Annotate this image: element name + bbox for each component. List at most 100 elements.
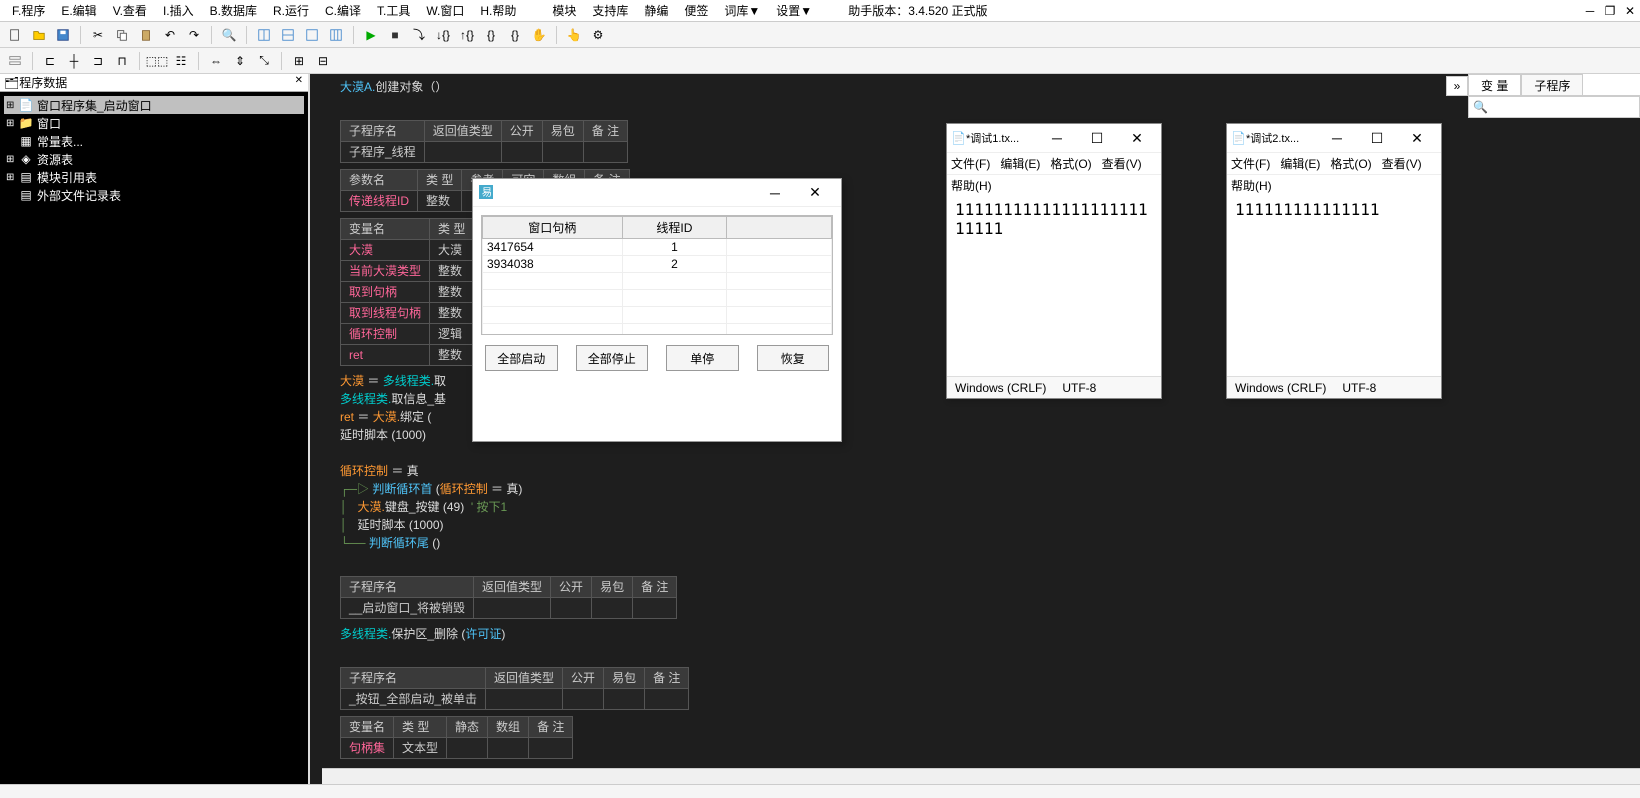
layout2-icon[interactable] xyxy=(277,24,299,46)
notepad1-close-icon[interactable]: ✕ xyxy=(1117,125,1157,151)
start-all-button[interactable]: 全部启动 xyxy=(485,345,558,371)
size-h-icon[interactable]: ⇕ xyxy=(229,50,251,72)
step-into-icon[interactable]: ↓{} xyxy=(432,24,454,46)
paste-icon[interactable] xyxy=(135,24,157,46)
close-icon[interactable]: ✕ xyxy=(1621,2,1639,20)
gear-icon[interactable]: ⚙ xyxy=(587,24,609,46)
step-out-icon[interactable]: ↑{} xyxy=(456,24,478,46)
tree-expand-icon[interactable]: ⊞ xyxy=(6,154,18,165)
menu-program[interactable]: F.程序 xyxy=(4,0,53,21)
menu-note[interactable]: 便签 xyxy=(676,0,716,21)
dialog-table-wrap[interactable]: 窗口句柄线程ID 34176541 39340382 xyxy=(481,215,833,335)
align-left-icon[interactable]: ⊏ xyxy=(39,50,61,72)
tree-item-resource[interactable]: ⊞ ◈ 资源表 xyxy=(4,150,304,168)
cut-icon[interactable]: ✂ xyxy=(87,24,109,46)
tree-item-winprogset[interactable]: ⊞ 📄 窗口程序集_启动窗口 xyxy=(4,96,304,114)
tree-expand-icon[interactable]: ⊞ xyxy=(6,100,18,111)
redo-icon[interactable]: ↷ xyxy=(183,24,205,46)
notepad1-body[interactable]: 1111111111111111111111111 xyxy=(947,196,1161,376)
dialog-titlebar[interactable]: 易 ─ ✕ xyxy=(473,179,841,207)
run-icon[interactable]: ▶ xyxy=(360,24,382,46)
center-h-icon[interactable]: ⊞ xyxy=(288,50,310,72)
notepad-menu-view[interactable]: 查看(V) xyxy=(1382,155,1422,172)
undo-icon[interactable]: ↶ xyxy=(159,24,181,46)
align-top-icon[interactable]: ⊓ xyxy=(111,50,133,72)
notepad-menu-help[interactable]: 帮助(H) xyxy=(1231,177,1272,194)
menu-help[interactable]: H.帮助 xyxy=(472,0,524,21)
horizontal-scrollbar[interactable] xyxy=(322,768,1640,784)
copy-icon[interactable] xyxy=(111,24,133,46)
size-both-icon[interactable]: ⤡ xyxy=(253,50,275,72)
align-center-icon[interactable]: ┼ xyxy=(63,50,85,72)
dist-v-icon[interactable]: ☷ xyxy=(170,50,192,72)
tree-item-moduleref[interactable]: ⊞ ▤ 模块引用表 xyxy=(4,168,304,186)
menu-insert[interactable]: I.插入 xyxy=(155,0,202,21)
layout3-icon[interactable] xyxy=(301,24,323,46)
menu-database[interactable]: B.数据库 xyxy=(202,0,265,21)
menu-static[interactable]: 静编 xyxy=(636,0,676,21)
notepad2-titlebar[interactable]: 📄 *调试2.tx... ─ ☐ ✕ xyxy=(1227,124,1441,152)
notepad2-maximize-icon[interactable]: ☐ xyxy=(1357,125,1397,151)
single-stop-button[interactable]: 单停 xyxy=(666,345,739,371)
notepad-menu-file[interactable]: 文件(F) xyxy=(951,155,990,172)
notepad2-close-icon[interactable]: ✕ xyxy=(1397,125,1437,151)
notepad-menu-edit[interactable]: 编辑(E) xyxy=(1000,155,1040,172)
minimize-icon[interactable]: ─ xyxy=(1581,2,1599,20)
stop-all-button[interactable]: 全部停止 xyxy=(576,345,649,371)
notepad-menu-format[interactable]: 格式(O) xyxy=(1330,155,1371,172)
dialog-minimize-icon[interactable]: ─ xyxy=(755,180,795,206)
menu-run[interactable]: R.运行 xyxy=(265,0,317,21)
tree-expand-icon[interactable]: ⊞ xyxy=(6,118,18,129)
find-icon[interactable]: 🔍 xyxy=(218,24,240,46)
menu-window[interactable]: W.窗口 xyxy=(418,0,472,21)
tab-subs[interactable]: 子程序 xyxy=(1521,74,1583,95)
step-over-icon[interactable]: ⤵ xyxy=(408,24,430,46)
notepad-menu-edit[interactable]: 编辑(E) xyxy=(1280,155,1320,172)
breakpoint2-icon[interactable]: {} xyxy=(504,24,526,46)
tab-variables[interactable]: 变 量 xyxy=(1468,74,1521,95)
notepad1-minimize-icon[interactable]: ─ xyxy=(1037,125,1077,151)
notepad-menu-help[interactable]: 帮助(H) xyxy=(951,177,992,194)
align1-icon[interactable] xyxy=(4,50,26,72)
menu-view[interactable]: V.查看 xyxy=(105,0,155,21)
layout4-icon[interactable] xyxy=(325,24,347,46)
notepad-menu-format[interactable]: 格式(O) xyxy=(1050,155,1091,172)
breakpoint-icon[interactable]: {} xyxy=(480,24,502,46)
notepad2-body[interactable]: 111111111111111 xyxy=(1227,196,1441,376)
menu-support[interactable]: 支持库 xyxy=(584,0,636,21)
menu-dict[interactable]: 词库▼ xyxy=(716,0,768,21)
notepad2-minimize-icon[interactable]: ─ xyxy=(1317,125,1357,151)
layout1-icon[interactable] xyxy=(253,24,275,46)
dist-h-icon[interactable]: ⬚⬚ xyxy=(146,50,168,72)
menu-tools[interactable]: T.工具 xyxy=(369,0,418,21)
tool1-icon[interactable]: 👆 xyxy=(563,24,585,46)
hand-icon[interactable]: ✋ xyxy=(528,24,550,46)
notepad-menu-view[interactable]: 查看(V) xyxy=(1102,155,1142,172)
notepad1-maximize-icon[interactable]: ☐ xyxy=(1077,125,1117,151)
table-row[interactable]: 34176541 xyxy=(483,239,832,256)
open-file-icon[interactable] xyxy=(28,24,50,46)
right-collapse-button[interactable]: » xyxy=(1446,76,1468,96)
menu-module[interactable]: 模块 xyxy=(544,0,584,21)
menu-edit[interactable]: E.编辑 xyxy=(53,0,104,21)
tree-item-window[interactable]: ⊞ 📁 窗口 xyxy=(4,114,304,132)
menu-compile[interactable]: C.编译 xyxy=(317,0,369,21)
center-v-icon[interactable]: ⊟ xyxy=(312,50,334,72)
dialog-close-icon[interactable]: ✕ xyxy=(795,180,835,206)
resume-button[interactable]: 恢复 xyxy=(757,345,830,371)
save-icon[interactable] xyxy=(52,24,74,46)
table-row[interactable]: 39340382 xyxy=(483,256,832,273)
menu-settings[interactable]: 设置▼ xyxy=(768,0,820,21)
align-right-icon[interactable]: ⊐ xyxy=(87,50,109,72)
panel-close-icon[interactable]: ✕ xyxy=(292,75,306,86)
right-search[interactable]: 🔍 xyxy=(1468,96,1640,118)
notepad1-titlebar[interactable]: 📄 *调试1.tx... ─ ☐ ✕ xyxy=(947,124,1161,152)
size-w-icon[interactable]: ⇔ xyxy=(205,50,227,72)
maximize-icon[interactable]: ❐ xyxy=(1601,2,1619,20)
notepad-menu-file[interactable]: 文件(F) xyxy=(1231,155,1270,172)
tree-expand-icon[interactable]: ⊞ xyxy=(6,172,18,183)
tree-item-extfile[interactable]: ▤ 外部文件记录表 xyxy=(4,186,304,204)
stop-icon[interactable]: ■ xyxy=(384,24,406,46)
tree-item-const[interactable]: ▦ 常量表... xyxy=(4,132,304,150)
new-file-icon[interactable] xyxy=(4,24,26,46)
